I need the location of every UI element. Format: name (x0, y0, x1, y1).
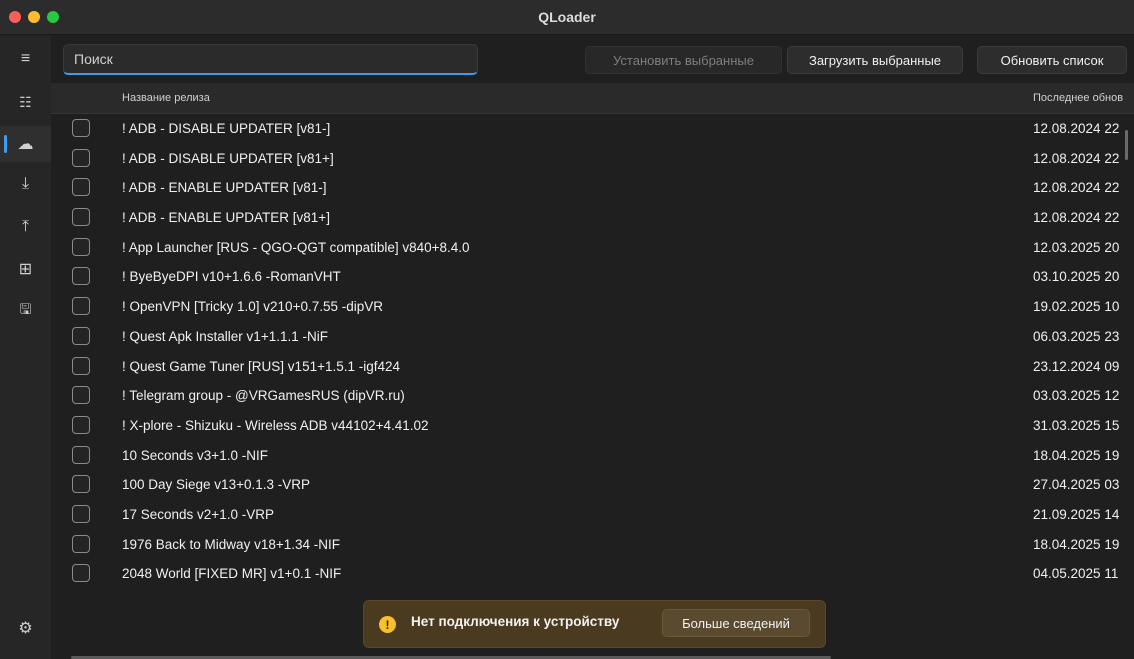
release-name: ! ByeByeDPI v10+1.6.6 -RomanVHT (122, 269, 341, 285)
row-checkbox[interactable] (72, 386, 90, 405)
release-updated-date: 12.08.2024 22 (1033, 150, 1120, 166)
row-checkbox[interactable] (72, 208, 90, 227)
sidebar-item-backups[interactable]: 🖫 (0, 293, 51, 329)
sidebar-item-list[interactable]: ☷ (0, 84, 51, 120)
release-updated-date: 21.09.2025 14 (1033, 506, 1120, 522)
release-name: ! ADB - DISABLE UPDATER [v81-] (122, 121, 331, 136)
table-row[interactable]: 17 Seconds v2+1.0 -VRP 21.09.2025 14 (51, 500, 1134, 530)
release-name: 17 Seconds v2+1.0 -VRP (122, 506, 274, 522)
row-checkbox[interactable] (72, 415, 90, 434)
release-name: 1976 Back to Midway v18+1.34 -NIF (122, 536, 340, 552)
toast-message: Нет подключения к устройству (411, 614, 620, 629)
title-bar: QLoader (0, 0, 1134, 35)
table-row[interactable]: ! ADB - DISABLE UPDATER [v81+] 12.08.2024… (51, 144, 1134, 174)
table-row[interactable]: ! Telegram group - @VRGamesRUS (dipVR.ru… (51, 381, 1134, 411)
apps-icon: ⊞ (18, 261, 33, 278)
release-updated-date: 18.04.2025 19 (1033, 447, 1120, 463)
release-name: ! Telegram group - @VRGamesRUS (dipVR.ru… (122, 388, 405, 404)
release-list: ! ADB - DISABLE UPDATER [v81-] 12.08.2024… (51, 114, 1134, 659)
row-checkbox[interactable] (72, 148, 90, 167)
download-icon: ⤓ (21, 175, 30, 192)
release-name: ! App Launcher [RUS - QGO-QGT compatible… (122, 239, 470, 255)
row-checkbox[interactable] (72, 178, 90, 197)
release-name: ! ADB - ENABLE UPDATER [v81+] (122, 210, 330, 226)
cloud-icon: ☁ (17, 136, 34, 153)
table-row[interactable]: 2048 World [FIXED MR] v1+0.1 -NIF 04.05.2… (51, 559, 1134, 589)
sidebar-item-apps[interactable]: ⊞ (0, 251, 51, 287)
save-icon: 🖫 (19, 301, 32, 317)
list-icon: ☷ (19, 93, 32, 110)
release-name: 2048 World [FIXED MR] v1+0.1 -NIF (122, 566, 342, 582)
table-row[interactable]: ! Quest Game Tuner [RUS] v151+1.5.1 -igf… (51, 352, 1134, 382)
release-updated-date: 12.08.2024 22 (1033, 121, 1120, 136)
release-updated-date: 12.03.2025 20 (1033, 239, 1120, 255)
release-updated-date: 19.02.2025 10 (1033, 299, 1120, 315)
release-updated-date: 23.12.2024 09 (1033, 358, 1120, 374)
row-checkbox[interactable] (72, 297, 90, 316)
table-row[interactable]: 1976 Back to Midway v18+1.34 -NIF 18.04.2… (51, 530, 1134, 560)
release-updated-date: 27.04.2025 03 (1033, 477, 1120, 493)
release-updated-date: 31.03.2025 15 (1033, 417, 1120, 433)
table-row[interactable]: ! ADB - ENABLE UPDATER [v81+] 12.08.2024 … (51, 203, 1134, 233)
table-row[interactable]: ! Quest Apk Installer v1+1.1.1 -NiF 06.03… (51, 322, 1134, 352)
release-updated-date: 12.08.2024 22 (1033, 210, 1120, 226)
release-updated-date: 18.04.2025 19 (1033, 536, 1120, 552)
more-details-button[interactable]: Больше сведений (662, 609, 810, 637)
sidebar: ≡ ☷ ☁ ⤓ ⤒ ⊞ 🖫 ⚙ (0, 35, 51, 659)
table-row[interactable]: ! ByeByeDPI v10+1.6.6 -RomanVHT 03.10.202… (51, 262, 1134, 292)
row-checkbox[interactable] (72, 356, 90, 375)
warning-icon: ! (379, 616, 396, 633)
release-name: ! Quest Apk Installer v1+1.1.1 -NiF (122, 328, 328, 344)
notification-toast: ! Нет подключения к устройству Больше св… (363, 600, 826, 648)
release-name: ! OpenVPN [Tricky 1.0] v210+0.7.55 -dipV… (122, 299, 384, 315)
row-checkbox[interactable] (72, 326, 90, 345)
vertical-scrollbar[interactable] (1125, 130, 1128, 160)
release-updated-date: 06.03.2025 23 (1033, 328, 1120, 344)
column-header-name[interactable]: Название релиза (122, 92, 210, 104)
release-updated-date: 03.03.2025 12 (1033, 388, 1120, 404)
row-checkbox[interactable] (72, 237, 90, 256)
release-name: ! ADB - DISABLE UPDATER [v81+] (122, 150, 334, 166)
row-checkbox[interactable] (72, 267, 90, 286)
window-title: QLoader (538, 9, 596, 25)
settings-icon: ⚙ (18, 620, 33, 637)
sidebar-item-cloud[interactable]: ☁ (0, 126, 51, 162)
main-content: Установить выбранные Загрузить выбранные… (51, 35, 1134, 659)
row-checkbox[interactable] (72, 504, 90, 523)
release-name: ! X-plore - Shizuku - Wireless ADB v4410… (122, 417, 429, 433)
install-selected-button[interactable]: Установить выбранные (585, 46, 782, 74)
download-selected-button[interactable]: Загрузить выбранные (787, 46, 963, 74)
column-header-updated[interactable]: Последнее обнов (1033, 92, 1123, 104)
release-name: ! ADB - ENABLE UPDATER [v81-] (122, 180, 327, 196)
row-checkbox[interactable] (72, 475, 90, 494)
release-updated-date: 04.05.2025 11 (1033, 566, 1119, 582)
table-row[interactable]: ! OpenVPN [Tricky 1.0] v210+0.7.55 -dipV… (51, 292, 1134, 322)
release-name: ! Quest Game Tuner [RUS] v151+1.5.1 -igf… (122, 358, 401, 374)
table-row[interactable]: 100 Day Siege v13+0.1.3 -VRP 27.04.2025 0… (51, 470, 1134, 500)
upload-icon: ⤒ (21, 218, 30, 235)
release-name: 10 Seconds v3+1.0 -NIF (122, 447, 268, 463)
refresh-list-button[interactable]: Обновить список (977, 46, 1127, 74)
table-header: Название релиза Последнее обнов (51, 83, 1134, 114)
row-checkbox[interactable] (72, 534, 90, 553)
table-row[interactable]: ! ADB - ENABLE UPDATER [v81-] 12.08.2024 … (51, 173, 1134, 203)
sidebar-item-uploads[interactable]: ⤒ (0, 209, 51, 245)
row-checkbox[interactable] (72, 119, 90, 137)
release-updated-date: 03.10.2025 20 (1033, 269, 1120, 285)
row-checkbox[interactable] (72, 564, 90, 583)
sidebar-item-downloads[interactable]: ⤓ (0, 166, 51, 202)
table-row[interactable]: ! X-plore - Shizuku - Wireless ADB v4410… (51, 411, 1134, 441)
row-checkbox[interactable] (72, 445, 90, 464)
table-row[interactable]: ! ADB - DISABLE UPDATER [v81-] 12.08.2024… (51, 114, 1134, 144)
search-input[interactable] (63, 44, 478, 75)
menu-button[interactable]: ≡ (0, 41, 51, 77)
release-updated-date: 12.08.2024 22 (1033, 180, 1120, 196)
release-name: 100 Day Siege v13+0.1.3 -VRP (122, 477, 310, 493)
sidebar-item-settings[interactable]: ⚙ (0, 610, 51, 646)
table-row[interactable]: 10 Seconds v3+1.0 -NIF 18.04.2025 19 (51, 441, 1134, 471)
menu-icon: ≡ (20, 50, 31, 67)
table-row[interactable]: ! App Launcher [RUS - QGO-QGT compatible… (51, 233, 1134, 263)
